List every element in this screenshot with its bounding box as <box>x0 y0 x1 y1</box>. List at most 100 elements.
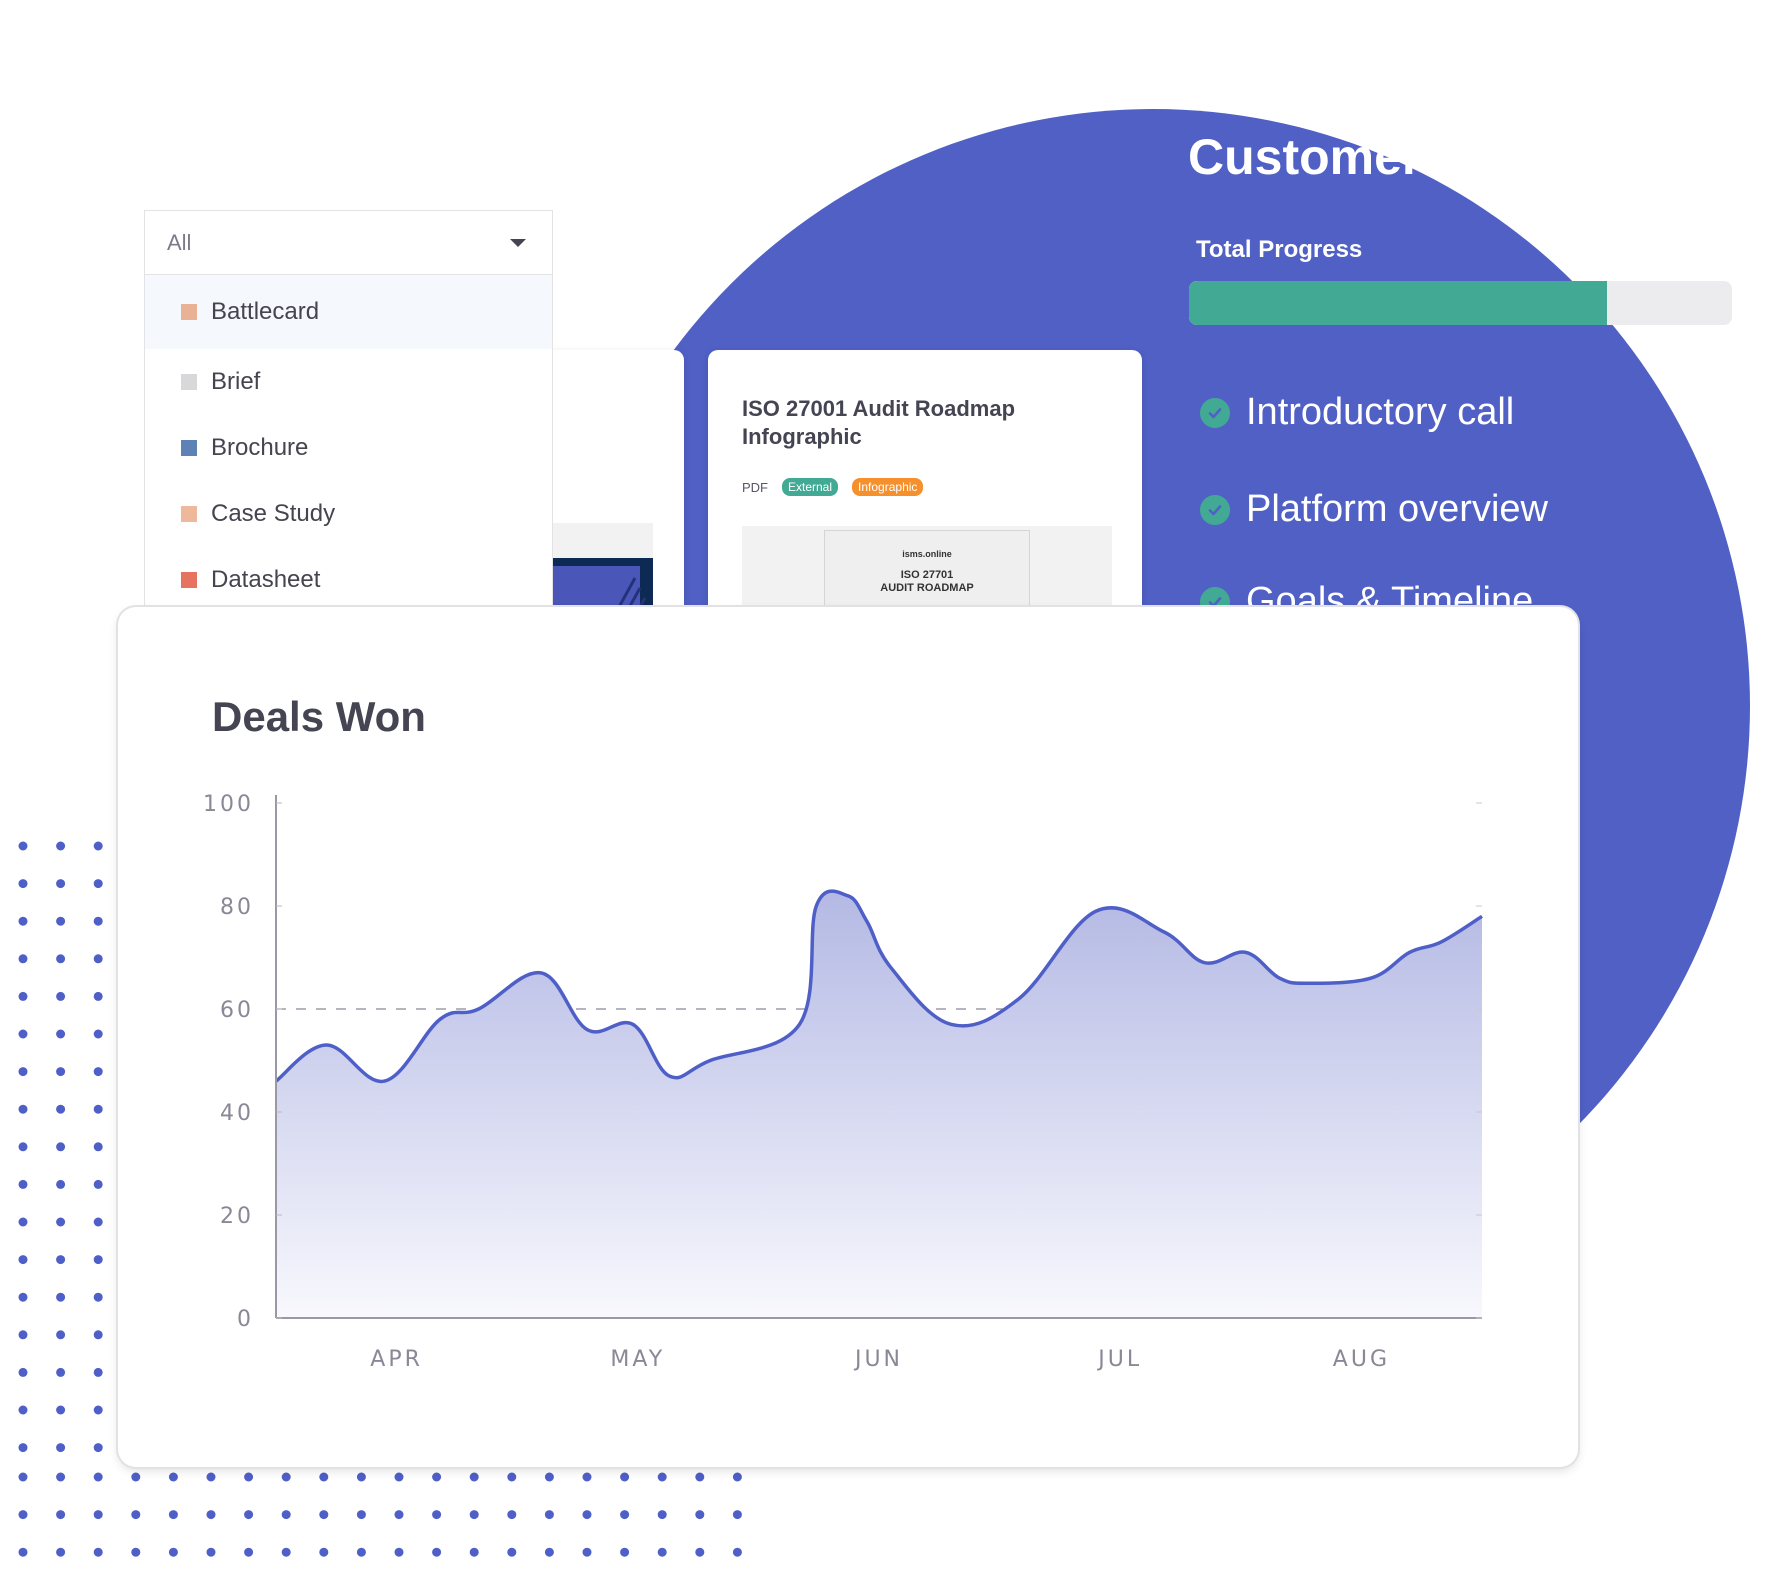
decorative-dot <box>319 1547 329 1557</box>
decorative-dot <box>695 1510 705 1520</box>
decorative-dot <box>18 1510 28 1520</box>
decorative-dot <box>56 1217 66 1227</box>
decorative-dot <box>131 1547 141 1557</box>
decorative-dot <box>93 1292 103 1302</box>
decorative-dot <box>56 916 66 926</box>
decorative-dot <box>93 1510 103 1520</box>
decorative-dot <box>18 916 28 926</box>
decorative-dot <box>544 1547 554 1557</box>
x-tick-label: JUN <box>853 1347 903 1372</box>
decorative-dot <box>18 1255 28 1265</box>
decorative-dot <box>93 1217 103 1227</box>
decorative-dot <box>507 1547 517 1557</box>
decorative-dot <box>18 1217 28 1227</box>
deals-won-chart: 0 20 40 60 80 100 APR MAY JUN JUL AUG <box>203 792 1483 1372</box>
decorative-dot <box>56 1029 66 1039</box>
decorative-dot <box>206 1510 216 1520</box>
chart-card: Deals Won 0 20 40 60 80 100 APR MAY JUN JUL AUG <box>118 607 1578 1467</box>
decorative-dot <box>56 1292 66 1302</box>
y-tick-label: 40 <box>220 1101 254 1126</box>
decorative-dot <box>56 991 66 1001</box>
decorative-dot <box>544 1510 554 1520</box>
decorative-dot <box>18 1472 28 1482</box>
decorative-dot <box>168 1510 178 1520</box>
decorative-dot <box>56 954 66 964</box>
decorative-dot <box>93 1547 103 1557</box>
decorative-dot <box>18 1367 28 1377</box>
y-tick-label: 60 <box>220 998 254 1023</box>
decorative-dot <box>582 1472 592 1482</box>
decorative-dot <box>394 1510 404 1520</box>
decorative-dot <box>620 1510 630 1520</box>
decorative-dot <box>695 1547 705 1557</box>
decorative-dot <box>18 1029 28 1039</box>
y-tick-label: 100 <box>203 792 254 817</box>
decorative-dot <box>356 1510 366 1520</box>
decorative-dot <box>244 1547 254 1557</box>
decorative-dot <box>432 1472 442 1482</box>
decorative-dot <box>319 1472 329 1482</box>
decorative-dot <box>56 1067 66 1077</box>
decorative-dot <box>657 1472 667 1482</box>
decorative-dot <box>582 1510 592 1520</box>
decorative-dot <box>732 1510 742 1520</box>
decorative-dot <box>507 1472 517 1482</box>
decorative-dot <box>244 1472 254 1482</box>
decorative-dot <box>18 841 28 851</box>
decorative-dot <box>432 1547 442 1557</box>
decorative-dot <box>356 1472 366 1482</box>
decorative-dot <box>394 1547 404 1557</box>
decorative-dot <box>93 1255 103 1265</box>
decorative-dot <box>18 991 28 1001</box>
decorative-dot <box>93 1443 103 1453</box>
decorative-dot <box>394 1472 404 1482</box>
decorative-dot <box>18 1443 28 1453</box>
decorative-dot <box>56 1472 66 1482</box>
decorative-dot <box>56 1142 66 1152</box>
decorative-dot <box>18 1547 28 1557</box>
decorative-dot <box>93 1104 103 1114</box>
decorative-dot <box>732 1547 742 1557</box>
decorative-dot <box>131 1472 141 1482</box>
decorative-dot <box>695 1472 705 1482</box>
decorative-dot <box>93 991 103 1001</box>
decorative-dot <box>56 1179 66 1189</box>
decorative-dot <box>356 1547 366 1557</box>
decorative-dot <box>18 1142 28 1152</box>
decorative-dot <box>18 1067 28 1077</box>
x-tick-label: MAY <box>610 1347 665 1372</box>
decorative-dot <box>281 1547 291 1557</box>
decorative-dot <box>93 1330 103 1340</box>
decorative-dot <box>56 1104 66 1114</box>
decorative-dot <box>93 879 103 889</box>
decorative-dot <box>657 1510 667 1520</box>
decorative-dot <box>56 1330 66 1340</box>
decorative-dot <box>18 1405 28 1415</box>
x-tick-label: AUG <box>1333 1347 1390 1372</box>
decorative-dot <box>18 1330 28 1340</box>
decorative-dot <box>93 1472 103 1482</box>
y-tick-label: 0 <box>237 1307 254 1332</box>
decorative-dot <box>244 1510 254 1520</box>
decorative-dot <box>93 916 103 926</box>
decorative-dot <box>93 1179 103 1189</box>
decorative-dot <box>319 1510 329 1520</box>
y-tick-label: 20 <box>220 1204 254 1229</box>
decorative-dot <box>18 1179 28 1189</box>
decorative-dot <box>469 1547 479 1557</box>
decorative-dot <box>93 1142 103 1152</box>
decorative-dot <box>18 879 28 889</box>
decorative-dot <box>56 1510 66 1520</box>
decorative-dot <box>56 1367 66 1377</box>
decorative-dot <box>56 1443 66 1453</box>
decorative-dot <box>93 1367 103 1377</box>
decorative-dot <box>582 1547 592 1557</box>
decorative-dot <box>93 1067 103 1077</box>
decorative-dot <box>93 1029 103 1039</box>
decorative-dot <box>206 1472 216 1482</box>
decorative-dot <box>18 1292 28 1302</box>
decorative-dot <box>432 1510 442 1520</box>
decorative-dot <box>620 1547 630 1557</box>
decorative-dot <box>168 1472 178 1482</box>
decorative-dot <box>56 879 66 889</box>
